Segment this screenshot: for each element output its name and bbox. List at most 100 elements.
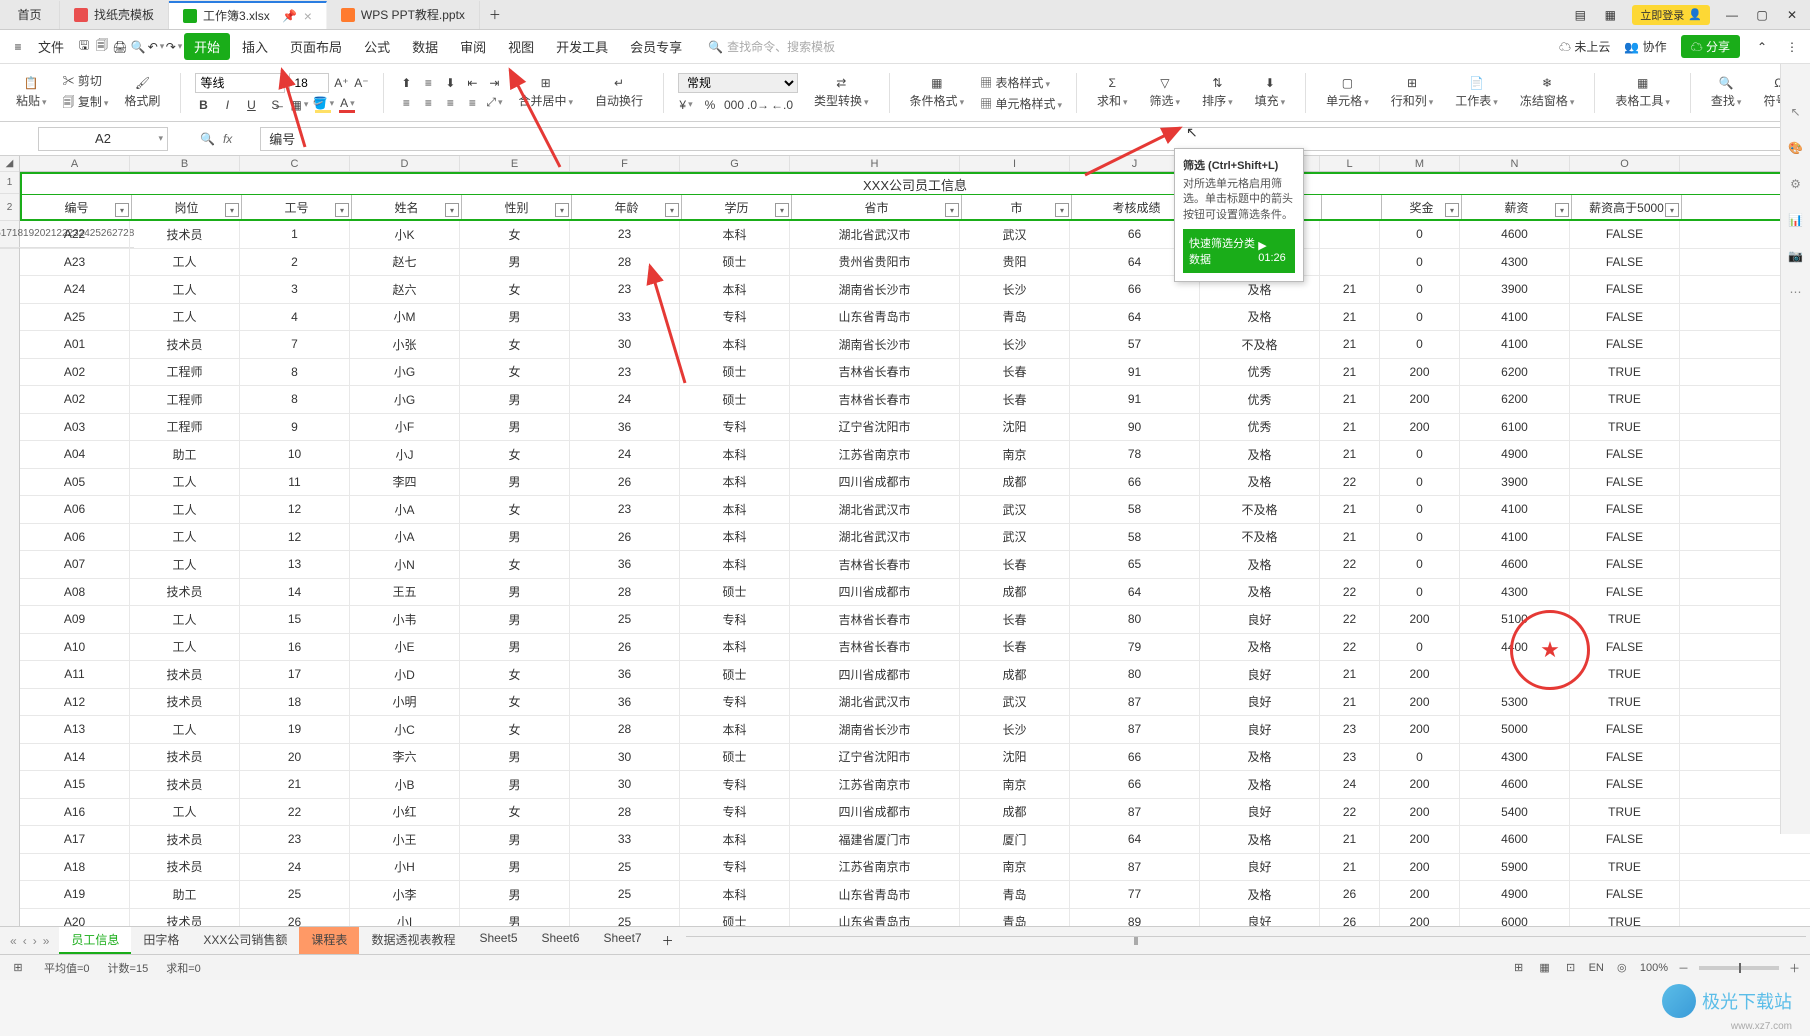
cell[interactable]: 武汉: [960, 524, 1070, 551]
sheet-tab[interactable]: 数据透视表教程: [359, 927, 467, 954]
cell[interactable]: FALSE: [1570, 744, 1680, 771]
cell[interactable]: 25: [570, 854, 680, 881]
indent-dec-icon[interactable]: ⇤: [464, 75, 480, 91]
cell[interactable]: 26: [570, 634, 680, 661]
cell[interactable]: 小K: [350, 221, 460, 248]
cell[interactable]: 23: [570, 496, 680, 523]
expand-icon[interactable]: ⌃: [1754, 39, 1770, 55]
freeze-button[interactable]: 冻结窗格: [1520, 92, 1575, 109]
table-header-cell[interactable]: 学历▾: [682, 195, 792, 219]
cell[interactable]: 78: [1070, 441, 1200, 468]
cell[interactable]: 91: [1070, 386, 1200, 413]
cell[interactable]: 工人: [130, 524, 240, 551]
cell[interactable]: 90: [1070, 414, 1200, 441]
cell[interactable]: A04: [20, 441, 130, 468]
cell[interactable]: TRUE: [1570, 386, 1680, 413]
cell[interactable]: A08: [20, 579, 130, 606]
cell[interactable]: 女: [460, 716, 570, 743]
sheet-icon[interactable]: 📄: [1469, 76, 1484, 90]
cell[interactable]: 技术员: [130, 909, 240, 927]
cell[interactable]: 专科: [680, 414, 790, 441]
sheet-button[interactable]: 工作表: [1455, 92, 1498, 109]
cell[interactable]: A20: [20, 909, 130, 927]
cell[interactable]: 200: [1380, 414, 1460, 441]
cell[interactable]: 吉林省长春市: [790, 551, 960, 578]
align-just-icon[interactable]: ≡: [464, 95, 480, 111]
cell[interactable]: 4600: [1460, 771, 1570, 798]
cell[interactable]: A17: [20, 826, 130, 853]
cell[interactable]: FALSE: [1570, 221, 1680, 248]
cell[interactable]: 22: [1320, 579, 1380, 606]
cell[interactable]: 良好: [1200, 799, 1320, 826]
cell[interactable]: 87: [1070, 854, 1200, 881]
cell[interactable]: 辽宁省沈阳市: [790, 414, 960, 441]
cell[interactable]: 77: [1070, 881, 1200, 908]
save-icon[interactable]: 🖫: [76, 39, 92, 55]
cell[interactable]: 12: [240, 524, 350, 551]
print-icon[interactable]: 🖨: [112, 39, 128, 55]
saveas-icon[interactable]: 🗐: [94, 39, 110, 55]
cell[interactable]: 男: [460, 881, 570, 908]
cellfmt-button[interactable]: ▦ 单元格样式: [980, 95, 1062, 112]
cell[interactable]: 工人: [130, 799, 240, 826]
cell[interactable]: 女: [460, 496, 570, 523]
cell[interactable]: 技术员: [130, 689, 240, 716]
table-header-cell[interactable]: 工号▾: [242, 195, 352, 219]
zoom-level[interactable]: 100%: [1640, 962, 1668, 974]
menu-layout[interactable]: 页面布局: [280, 33, 352, 60]
cell[interactable]: 64: [1070, 304, 1200, 331]
cell[interactable]: 长沙: [960, 331, 1070, 358]
align-bot-icon[interactable]: ⬇: [442, 75, 458, 91]
cell[interactable]: 25: [570, 909, 680, 927]
col-header[interactable]: G: [680, 156, 790, 171]
menu-formula[interactable]: 公式: [354, 33, 400, 60]
cell[interactable]: 良好: [1200, 606, 1320, 633]
cell[interactable]: 专科: [680, 771, 790, 798]
sort-icon[interactable]: ⇅: [1212, 76, 1222, 90]
side-gear-icon[interactable]: ⚙: [1788, 176, 1804, 192]
cell[interactable]: 本科: [680, 441, 790, 468]
cell[interactable]: A05: [20, 469, 130, 496]
zoom-in[interactable]: ＋: [1789, 960, 1800, 976]
tblfmt-button[interactable]: ▦ 表格样式: [980, 74, 1062, 91]
menu-view[interactable]: 视图: [498, 33, 544, 60]
cell[interactable]: FALSE: [1570, 579, 1680, 606]
cell[interactable]: 小韦: [350, 606, 460, 633]
filter-dropdown-icon[interactable]: ▾: [1665, 203, 1679, 217]
cell[interactable]: 0: [1380, 249, 1460, 276]
cell[interactable]: 李六: [350, 744, 460, 771]
table-header-cell[interactable]: 编号▾: [22, 195, 132, 219]
paste-icon[interactable]: 📋: [24, 76, 39, 90]
cell[interactable]: 4600: [1460, 551, 1570, 578]
cell[interactable]: 贵阳: [960, 249, 1070, 276]
cell[interactable]: 及格: [1200, 304, 1320, 331]
cell[interactable]: 硕士: [680, 249, 790, 276]
cell[interactable]: 10: [240, 441, 350, 468]
cell[interactable]: 及格: [1200, 881, 1320, 908]
cell[interactable]: 23: [1320, 716, 1380, 743]
coop-button[interactable]: 👥 协作: [1624, 38, 1666, 55]
row-header[interactable]: 2: [0, 194, 19, 221]
cell[interactable]: 8: [240, 359, 350, 386]
cell[interactable]: 女: [460, 551, 570, 578]
cell[interactable]: 66: [1070, 771, 1200, 798]
cell[interactable]: 21: [1320, 854, 1380, 881]
cell[interactable]: 青岛: [960, 909, 1070, 927]
cell[interactable]: 武汉: [960, 221, 1070, 248]
table-header-cell[interactable]: 性别▾: [462, 195, 572, 219]
view-page-icon[interactable]: ▦: [1537, 960, 1553, 976]
filter-dropdown-icon[interactable]: ▾: [1445, 203, 1459, 217]
cell[interactable]: 工人: [130, 496, 240, 523]
cell[interactable]: 长春: [960, 606, 1070, 633]
cell[interactable]: 小M: [350, 304, 460, 331]
find-button[interactable]: 查找: [1711, 92, 1742, 109]
fx-icon[interactable]: fx: [223, 132, 232, 146]
cell[interactable]: 57: [1070, 331, 1200, 358]
cell[interactable]: 长春: [960, 634, 1070, 661]
cell[interactable]: 男: [460, 386, 570, 413]
cell[interactable]: 4300: [1460, 249, 1570, 276]
cell[interactable]: 小李: [350, 881, 460, 908]
cell[interactable]: 本科: [680, 551, 790, 578]
cell[interactable]: 4600: [1460, 826, 1570, 853]
cell[interactable]: 技术员: [130, 661, 240, 688]
